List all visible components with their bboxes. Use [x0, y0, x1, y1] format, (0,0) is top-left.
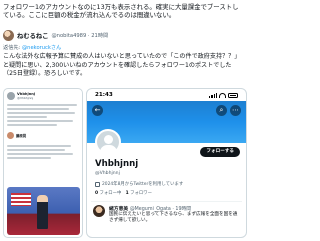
back-arrow-icon[interactable]: ←: [92, 105, 103, 116]
reply-tweet[interactable]: 緒方恵美 @Megumi_Ogata · 19時間 国民に伝えたいと思って下さる…: [91, 201, 242, 235]
status-bar: 21:43: [87, 89, 246, 101]
embedded-quoted-avatar: [7, 132, 14, 139]
reply-to-handle[interactable]: @nekoruckさん: [22, 45, 61, 51]
followers-label[interactable]: フォロワー: [130, 191, 152, 196]
attached-image-left[interactable]: Vhbhjnnj @Vhbhjnnj 藤原晃: [3, 88, 83, 238]
profile-avatar[interactable]: [95, 129, 121, 155]
profile-display-name: Vhbhjnnj: [95, 159, 139, 169]
calendar-icon: [95, 181, 100, 187]
more-icon[interactable]: ⋯: [230, 105, 241, 116]
embedded-text-lines: [4, 100, 82, 130]
quote-text: フォロワー1のアカウントなのに13万も表示される。確実に大量課金でブーストしてい…: [3, 3, 239, 20]
flag-graphic: [11, 193, 31, 206]
profile-handle: @Vhbhjnnj: [95, 171, 120, 176]
embedded-quoted-lines: [4, 141, 82, 163]
follow-counts[interactable]: 0 フォロー中 1 フォロワー: [95, 190, 152, 196]
post-author-row[interactable]: ねむるねこ @nobita4989 · 21時間: [3, 29, 247, 41]
reply-to: 返信先: @nekoruckさん: [3, 44, 61, 51]
embedded-handle: @Vhbhjnnj: [17, 96, 34, 100]
followers-count[interactable]: 1: [126, 191, 129, 196]
signal-icon: [209, 92, 217, 98]
status-time: 21:43: [95, 92, 113, 98]
embedded-tweet-header: Vhbhjnnj @Vhbhjnnj: [4, 89, 82, 100]
reply-author[interactable]: 緒方恵美 @Megumi_Ogata · 19時間: [109, 205, 191, 212]
battery-icon: [228, 92, 238, 98]
joined-date: 2024年8月からTwitterを利用しています: [95, 181, 183, 187]
following-count[interactable]: 0: [95, 191, 98, 196]
attached-image-right[interactable]: 21:43 ← ⌕ ⋯ フォローする Vhbhjnnj @Vhbhjnnj 20…: [86, 88, 247, 238]
embedded-avatar: [7, 92, 15, 100]
search-icon[interactable]: ⌕: [216, 105, 227, 116]
following-label[interactable]: フォロー中: [99, 191, 121, 196]
embedded-quoted-name: 藤原晃: [16, 134, 27, 138]
joined-text: 2024年8月からTwitterを利用しています: [102, 182, 184, 187]
reply-to-prefix: 返信先:: [3, 45, 22, 51]
speaker-figure: [37, 195, 48, 229]
embedded-quoted-author: 藤原晃: [4, 130, 82, 141]
wifi-icon: [219, 92, 226, 98]
avatar[interactable]: [3, 29, 14, 41]
post-body: こんな法外な広報予算に賛成の人はいないと思っていたので「この件で政府支持？？」と…: [3, 53, 241, 78]
reply-avatar[interactable]: [93, 205, 105, 217]
follow-button[interactable]: フォローする: [200, 147, 240, 157]
author-name[interactable]: ねむるねこ: [17, 31, 48, 40]
author-handle[interactable]: @nobita4989 · 21時間: [51, 32, 108, 39]
reply-text: 国民に伝えたいと思って下さるなら、まず広報を全面を国を通さず帰して欲しい。: [109, 212, 238, 224]
embedded-photo: [7, 187, 80, 235]
